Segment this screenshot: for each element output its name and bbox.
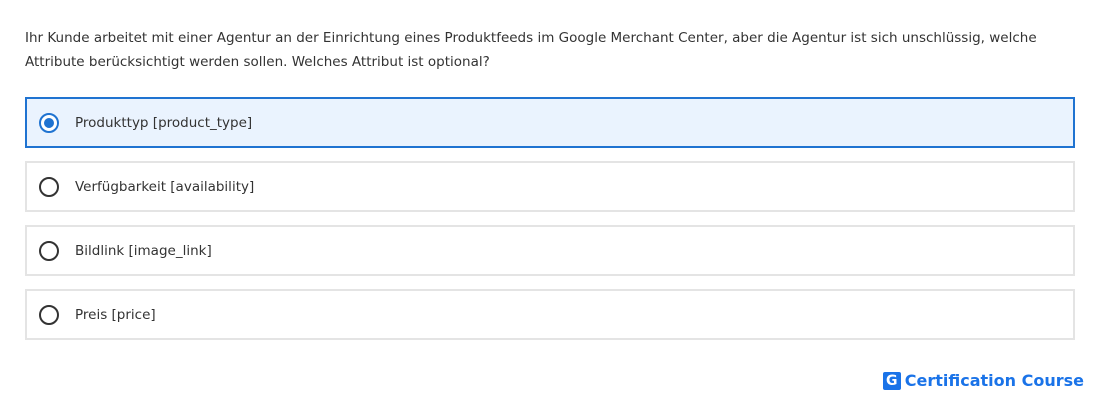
quiz-page: Ihr Kunde arbeitet mit einer Agentur an …	[0, 0, 1100, 401]
radio-icon[interactable]	[39, 176, 59, 197]
radio-icon[interactable]	[39, 240, 59, 261]
option-product-type[interactable]: Produkttyp [product_type]	[25, 97, 1075, 148]
g-logo-icon: G	[882, 371, 901, 390]
radio-icon[interactable]	[39, 112, 59, 133]
question-text: Ihr Kunde arbeitet mit einer Agentur an …	[25, 30, 1037, 70]
option-label: Preis [price]	[75, 306, 156, 323]
brand-name: Certification Course	[904, 371, 1084, 390]
option-price[interactable]: Preis [price]	[25, 289, 1075, 340]
brand-logo: G Certification Course	[882, 371, 1084, 390]
radio-icon[interactable]	[39, 304, 59, 325]
radio-dot-icon	[44, 117, 54, 128]
option-availability[interactable]: Verfügbarkeit [availability]	[25, 161, 1075, 212]
answer-options: Produkttyp [product_type] Verfügbarkeit …	[25, 97, 1075, 353]
option-image-link[interactable]: Bildlink [image_link]	[25, 225, 1075, 276]
option-label: Bildlink [image_link]	[75, 242, 212, 259]
option-label: Verfügbarkeit [availability]	[75, 178, 255, 195]
option-label: Produkttyp [product_type]	[75, 114, 253, 131]
